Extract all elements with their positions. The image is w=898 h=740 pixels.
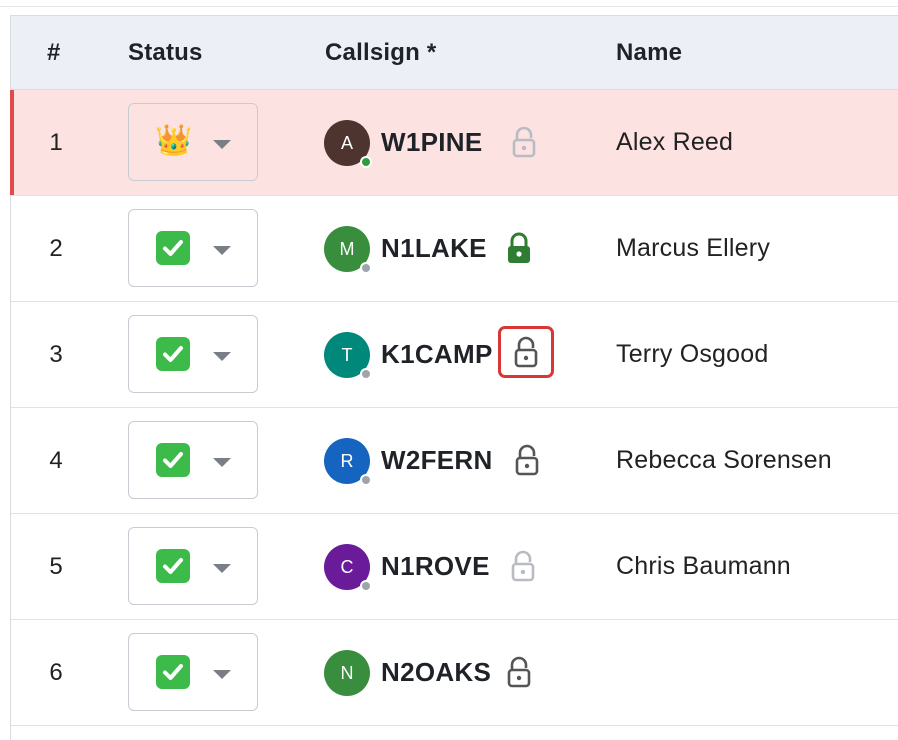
table-row[interactable]: 2 M N1LAKE Marcus Ellery xyxy=(11,196,898,302)
column-header-callsign[interactable]: Callsign * xyxy=(325,16,436,89)
column-header-name[interactable]: Name xyxy=(616,16,682,89)
unlock-icon[interactable] xyxy=(501,654,537,690)
caret-down-icon xyxy=(213,458,231,467)
operator-name: Rebecca Sorensen xyxy=(616,446,832,474)
operator-name: Chris Baumann xyxy=(616,552,791,580)
check-box-icon xyxy=(156,549,190,583)
table-row[interactable]: 3 T K1CAMP Terry Osgood xyxy=(11,302,898,408)
avatar: M xyxy=(324,226,372,274)
row-number: 5 xyxy=(49,553,63,580)
callsign-text: N2OAKS xyxy=(381,657,492,687)
status-dropdown[interactable] xyxy=(128,315,258,393)
row-number: 3 xyxy=(49,341,63,368)
table-row[interactable]: 4 R W2FERN Rebecca Sorensen xyxy=(11,408,898,514)
check-box-icon xyxy=(156,443,190,477)
caret-down-icon xyxy=(213,352,231,361)
caret-down-icon xyxy=(213,564,231,573)
check-box-icon xyxy=(156,231,190,265)
presence-dot-icon xyxy=(360,474,372,486)
operator-name: Marcus Ellery xyxy=(616,234,771,262)
unlock-icon[interactable] xyxy=(509,442,545,478)
status-dropdown[interactable] xyxy=(128,527,258,605)
unlock-icon[interactable] xyxy=(506,124,542,160)
presence-dot-icon xyxy=(360,156,372,168)
lock-icon[interactable] xyxy=(501,230,537,266)
operator-name: Alex Reed xyxy=(616,128,734,156)
operator-name: Terry Osgood xyxy=(616,340,769,368)
caret-down-icon xyxy=(213,140,231,149)
avatar-initial: A xyxy=(340,133,353,153)
avatar-initial: C xyxy=(340,557,354,577)
callsign-text: W2FERN xyxy=(381,445,493,475)
status-dropdown[interactable] xyxy=(128,633,258,711)
avatar-initial: T xyxy=(341,345,353,365)
column-header-number[interactable]: # xyxy=(47,16,61,89)
caret-down-icon xyxy=(213,670,231,679)
callsign-text: W1PINE xyxy=(381,127,483,157)
check-box-icon xyxy=(156,655,190,689)
presence-dot-icon xyxy=(360,580,372,592)
avatar-initial: N xyxy=(340,663,354,683)
operators-table: # Status Callsign * Name 1 👑 A W1PINE Alex R… xyxy=(10,15,898,740)
presence-dot-icon xyxy=(360,368,372,380)
row-number: 2 xyxy=(49,235,63,262)
top-strip xyxy=(0,0,898,7)
row-number: 4 xyxy=(49,447,63,474)
avatar: N xyxy=(324,650,370,696)
table-row[interactable]: 5 C N1ROVE Chris Baumann xyxy=(11,514,898,620)
avatar: C xyxy=(324,544,372,592)
status-dropdown[interactable]: 👑 xyxy=(128,103,258,181)
avatar: R xyxy=(324,438,372,486)
caret-down-icon xyxy=(213,246,231,255)
callsign-text: N1LAKE xyxy=(381,233,487,263)
column-header-status[interactable]: Status xyxy=(128,16,203,89)
status-dropdown[interactable] xyxy=(128,209,258,287)
table-header: # Status Callsign * Name xyxy=(11,16,898,90)
avatar-initial: R xyxy=(340,451,354,471)
callsign-text: K1CAMP xyxy=(381,339,493,369)
avatar: A xyxy=(324,120,372,168)
presence-dot-icon xyxy=(360,262,372,274)
crown-icon: 👑 xyxy=(155,124,193,157)
unlock-icon[interactable] xyxy=(498,326,554,378)
row-number: 1 xyxy=(49,129,63,156)
avatar-initial: M xyxy=(339,239,355,259)
table-row[interactable]: 1 👑 A W1PINE Alex Reed xyxy=(10,90,898,196)
callsign-text: N1ROVE xyxy=(381,551,490,581)
avatar: T xyxy=(324,332,372,380)
table-body: 1 👑 A W1PINE Alex Reed 2 M N1LAKE Marcus Ellery 3… xyxy=(10,90,898,726)
row-number: 6 xyxy=(49,659,63,686)
check-box-icon xyxy=(156,337,190,371)
table-row[interactable]: 6 N N2OAKS xyxy=(11,620,898,726)
status-dropdown[interactable] xyxy=(128,421,258,499)
unlock-icon[interactable] xyxy=(505,548,541,584)
